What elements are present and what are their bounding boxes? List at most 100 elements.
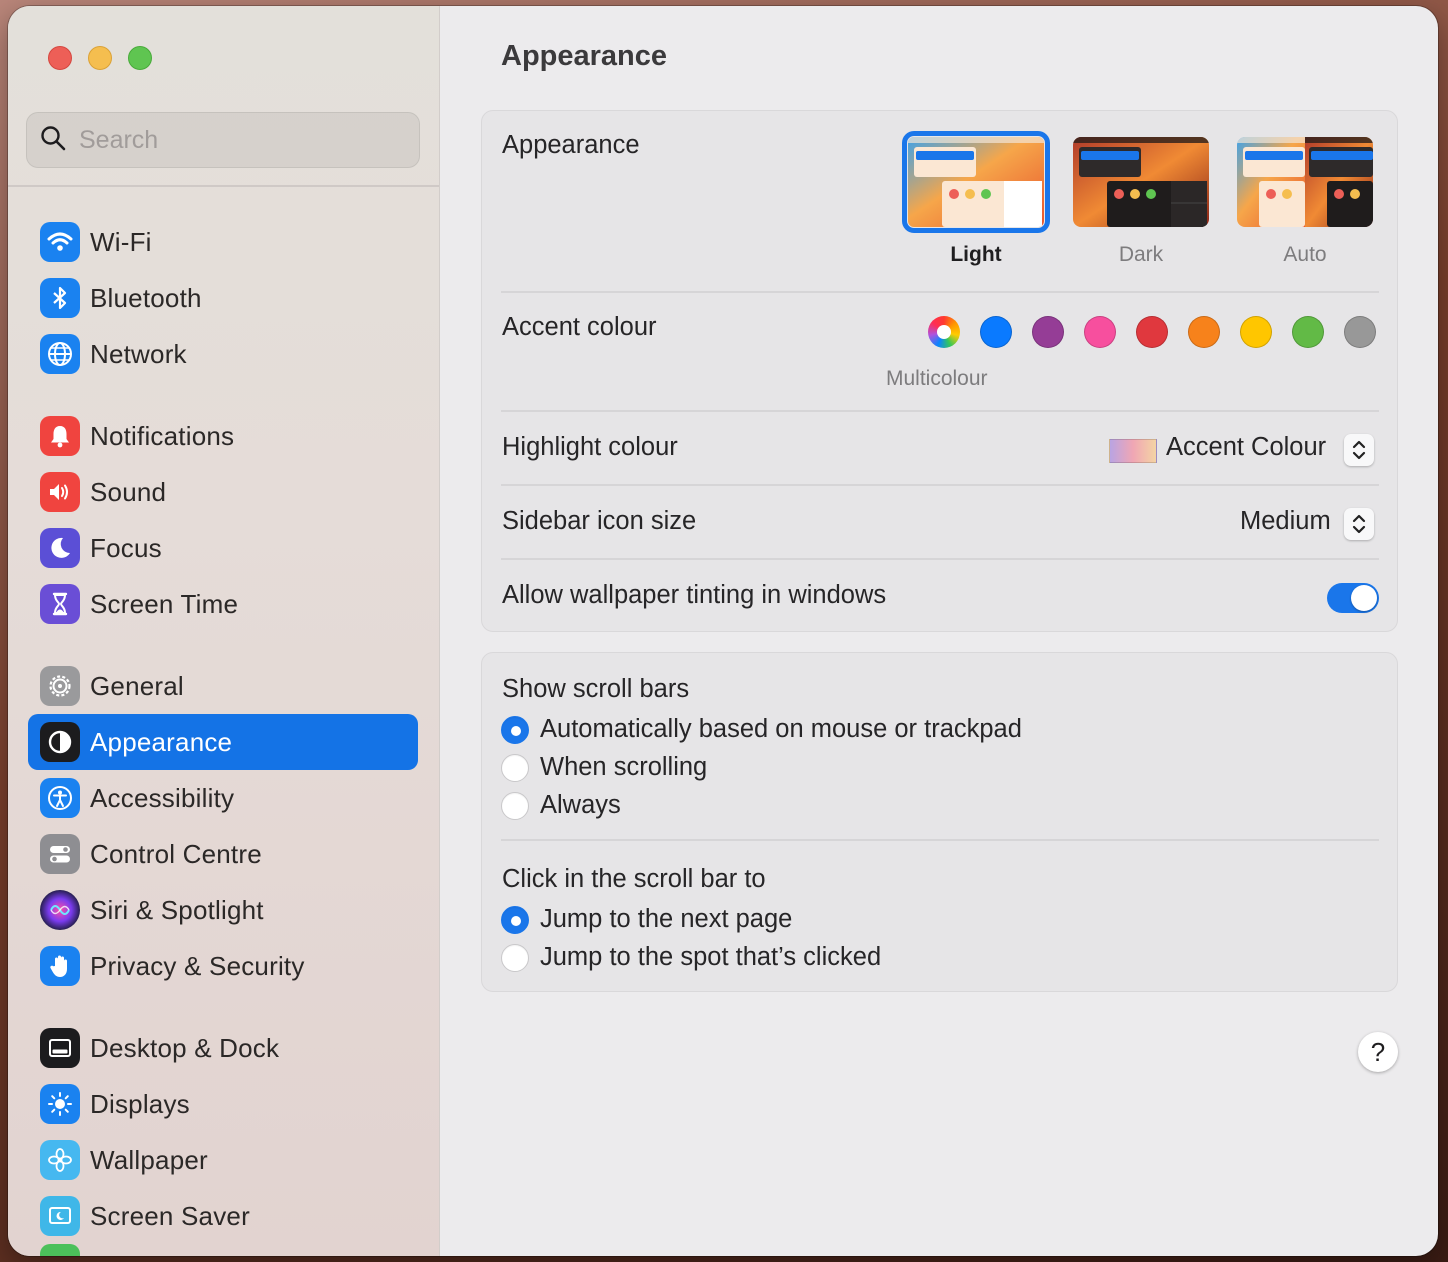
sidebar-item-general[interactable]: General [28,658,418,714]
accent-swatch-red[interactable] [1136,316,1168,348]
sidebar-item-network[interactable]: Network [28,326,418,382]
accent-swatch-yellow[interactable] [1240,316,1272,348]
radio-button[interactable] [501,791,529,820]
radio-label: Jump to the spot that’s clicked [540,943,882,971]
wallpaper-tinting-label: Allow wallpaper tinting in windows [502,581,887,609]
appearance-label: Appearance [502,131,640,159]
sidebar-item-wallpaper[interactable]: Wallpaper [28,1132,418,1188]
sidebar-item-sound[interactable]: Sound [28,464,418,520]
sidebar-item-displays[interactable]: Displays [28,1076,418,1132]
divider [501,291,1379,293]
accent-swatch-pink[interactable] [1084,316,1116,348]
radio-button[interactable] [501,753,529,782]
click-option-next-page[interactable]: Jump to the next page [501,905,792,934]
divider [501,558,1379,560]
wallpaper-tinting-toggle[interactable] [1327,583,1379,613]
sidebar-item-label: Wallpaper [90,1144,208,1175]
siri-icon [40,890,80,930]
traffic-lights [48,46,152,70]
sidebar: Wi-Fi Bluetooth Network No [8,6,440,1256]
radio-label: Automatically based on mouse or trackpad [540,715,1022,743]
bell-icon [40,416,80,456]
sidebar-item-desktop-dock[interactable]: Desktop & Dock [28,1020,418,1076]
accent-caption: Multicolour [886,367,988,390]
settings-window: Wi-Fi Bluetooth Network No [8,6,1438,1256]
radio-label: When scrolling [540,753,708,781]
radio-button[interactable] [501,943,529,972]
highlight-colour-label: Highlight colour [502,433,678,461]
sidebar-item-label: Siri & Spotlight [90,894,264,925]
bluetooth-icon [40,278,80,318]
sidebar-item-label: Control Centre [90,838,262,869]
zoom-button[interactable] [128,46,152,70]
sidebar-icon-size-popup[interactable] [1344,508,1374,540]
click-option-spot-clicked[interactable]: Jump to the spot that’s clicked [501,943,881,972]
sidebar-item-accessibility[interactable]: Accessibility [28,770,418,826]
accessibility-icon [40,778,80,818]
accent-colour-label: Accent colour [502,313,657,341]
minimize-button[interactable] [88,46,112,70]
scroll-option-automatic[interactable]: Automatically based on mouse or trackpad [501,715,1022,744]
highlight-colour-swatch [1109,439,1157,463]
close-button[interactable] [48,46,72,70]
sidebar-item-label: Bluetooth [90,282,202,313]
sidebar-item-notifications[interactable]: Notifications [28,408,418,464]
sun-icon [40,1084,80,1124]
sidebar-item-label: Displays [90,1088,190,1119]
dock-icon [40,1028,80,1068]
sidebar-item-screen-time[interactable]: Screen Time [28,576,418,632]
sidebar-item-label: Wi-Fi [90,226,152,257]
sidebar-item-privacy-security[interactable]: Privacy & Security [28,938,418,994]
sidebar-item-label: Desktop & Dock [90,1032,280,1063]
scroll-bars-panel: Show scroll bars Automatically based on … [481,652,1398,992]
search-input[interactable] [79,125,379,155]
show-scroll-bars-title: Show scroll bars [502,675,690,703]
moon-icon [40,528,80,568]
appearance-panel: Appearance Light Dark Auto Accent colour… [481,110,1398,632]
appearance-option-auto[interactable] [1237,137,1373,227]
sidebar-item-label: Network [90,338,187,369]
appearance-icon [40,722,80,762]
main-content: Appearance Appearance Light Dark Auto Ac… [440,6,1438,1256]
appearance-option-label: Light [950,243,1002,266]
sidebar-item-screen-saver[interactable]: Screen Saver [28,1188,418,1244]
radio-button[interactable] [501,905,529,934]
appearance-option-light[interactable] [908,137,1044,227]
screensaver-icon [40,1196,80,1236]
accent-swatch-purple[interactable] [1032,316,1064,348]
radio-label: Always [540,791,621,819]
sidebar-item-control-centre[interactable]: Control Centre [28,826,418,882]
hand-icon [40,946,80,986]
scroll-option-always[interactable]: Always [501,791,621,820]
accent-swatch-blue[interactable] [980,316,1012,348]
radio-button[interactable] [501,715,529,744]
sidebar-item-siri-spotlight[interactable]: Siri & Spotlight [28,882,418,938]
accent-swatch-orange[interactable] [1188,316,1220,348]
sidebar-item-label: Screen Saver [90,1200,250,1231]
sidebar-item-label: Accessibility [90,782,235,813]
sidebar-item-label: Sound [90,476,167,507]
accent-swatch-green[interactable] [1292,316,1324,348]
sidebar-item-bluetooth[interactable]: Bluetooth [28,270,418,326]
help-button[interactable]: ? [1358,1032,1398,1072]
highlight-colour-popup[interactable] [1344,434,1374,466]
appearance-option-dark[interactable] [1073,137,1209,227]
sidebar-divider [8,185,439,187]
speaker-icon [40,472,80,512]
toggle-knob [1351,585,1377,611]
accent-swatch-graphite[interactable] [1344,316,1376,348]
sidebar-icon-size-value[interactable]: Medium [1240,507,1331,536]
scroll-option-when-scrolling[interactable]: When scrolling [501,753,707,782]
sidebar-item-wifi[interactable]: Wi-Fi [28,214,418,270]
flower-icon [40,1140,80,1180]
radio-label: Jump to the next page [540,905,793,933]
accent-swatch-multicolour[interactable] [928,316,960,348]
appearance-option-label: Dark [1118,243,1164,266]
search-field[interactable] [26,112,420,168]
hourglass-icon [40,584,80,624]
sidebar-item-label: Appearance [90,726,233,757]
sidebar-item-partial[interactable] [28,1244,418,1256]
sidebar-item-appearance[interactable]: Appearance [28,714,418,770]
sidebar-item-focus[interactable]: Focus [28,520,418,576]
highlight-colour-value[interactable]: Accent Colour [1166,433,1326,462]
